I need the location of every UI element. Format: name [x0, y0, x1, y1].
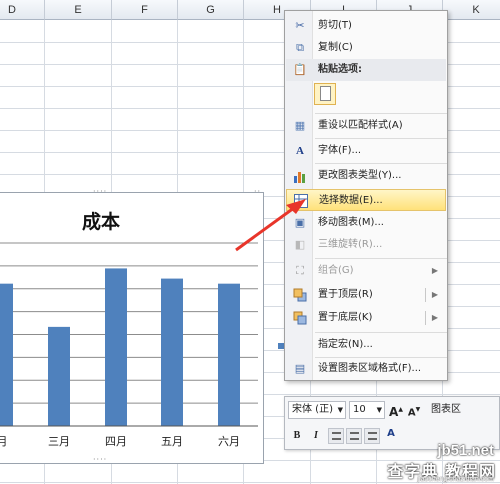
site-watermark: jb51.net 查字典 教程网 jiaocheng.chazidian.com	[358, 440, 500, 484]
red-arrow-annotation	[235, 199, 306, 252]
watermark-small: jiaocheng.chazidian.com	[417, 476, 494, 483]
watermark-site: jb51.net	[437, 442, 494, 459]
